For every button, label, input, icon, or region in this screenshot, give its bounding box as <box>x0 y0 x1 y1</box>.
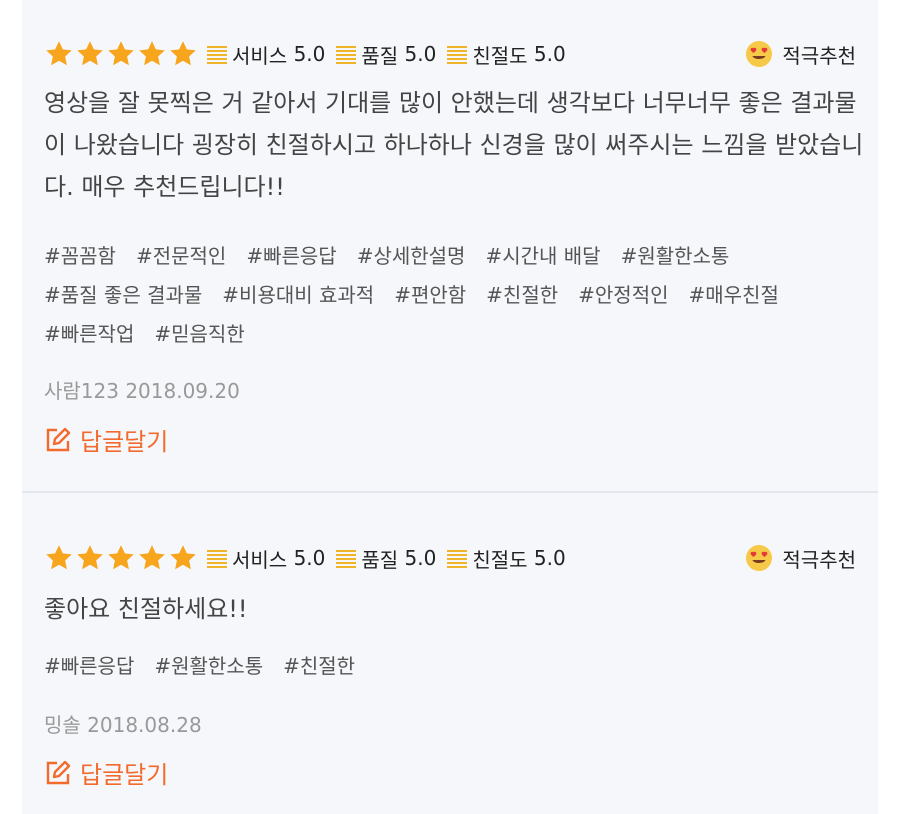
metric-value: 5.0 <box>533 42 566 66</box>
heart-eyes-emoji-icon <box>746 545 773 571</box>
edit-icon <box>46 760 71 784</box>
recommend-badge: 적극추천 <box>745 40 856 69</box>
star-icon <box>108 545 134 570</box>
bars-icon <box>336 46 357 64</box>
author-date: 사람123 2018.09.20 <box>44 379 240 403</box>
bars-icon <box>207 46 227 64</box>
tag: #친절한 <box>486 283 559 307</box>
metric-value: 5.0 <box>293 546 326 570</box>
metric-label: 친절도 <box>472 43 528 68</box>
star-icon <box>77 545 103 570</box>
star-icon <box>108 41 134 66</box>
metric-label: 친절도 <box>472 547 528 572</box>
reply-label: 답글달기 <box>80 761 169 789</box>
tag: #꼼꼼함 <box>44 244 116 268</box>
tag: #비용대비 효과적 <box>222 283 375 307</box>
bars-icon <box>207 550 227 568</box>
metric-label: 서비스 <box>232 43 288 68</box>
review-card: 서비스 5.0 품질 5.0 친절도 5.0 적극추천 영상을 잘 못찍은 거 … <box>22 0 878 491</box>
tag-list: #꼼꼼함 #전문적인 #빠른응답 #상세한설명 #시간내 배달 #원활한소통 #… <box>44 237 864 354</box>
star-icon <box>139 41 165 66</box>
tag: #안정적인 <box>578 283 669 307</box>
metric-label: 품질 <box>361 43 399 68</box>
tag: #빠른응답 <box>44 654 135 678</box>
tag: #매우친절 <box>688 283 779 307</box>
bars-icon <box>336 550 357 568</box>
metric-kindness: 친절도 5.0 <box>446 40 566 69</box>
recommend-label: 적극추천 <box>782 43 856 68</box>
metric-value: 5.0 <box>533 546 566 570</box>
star-icon <box>139 545 165 570</box>
tag: #빠른응답 <box>246 244 337 268</box>
rating-row: 서비스 5.0 품질 5.0 친절도 5.0 적극추천 <box>44 38 856 70</box>
tag: #원활한소통 <box>154 654 264 678</box>
star-icon <box>170 41 196 66</box>
review-content: 영상을 잘 못찍은 거 같아서 기대를 많이 안했는데 생각보다 너무너무 좋은… <box>44 89 864 201</box>
star-icon <box>170 545 196 570</box>
metric-value: 5.0 <box>404 42 437 66</box>
bars-icon <box>447 550 468 568</box>
review-content: 좋아요 친절하세요!! <box>44 595 248 623</box>
rating-row: 서비스 5.0 품질 5.0 친절도 5.0 적극추천 <box>44 542 856 574</box>
tag: #상세한설명 <box>356 244 466 268</box>
reply-button[interactable]: 답글달기 <box>44 755 168 790</box>
reply-label: 답글달기 <box>80 428 169 456</box>
metric-quality: 품질 5.0 <box>335 40 436 69</box>
star-rating <box>44 543 198 573</box>
author-date: 밍솔 2018.08.28 <box>44 713 202 737</box>
review-card: 서비스 5.0 품질 5.0 친절도 5.0 적극추천 좋아요 친절하세요!! … <box>22 493 878 814</box>
reply-button[interactable]: 답글달기 <box>44 422 168 457</box>
metric-service: 서비스 5.0 <box>206 544 325 573</box>
recommend-badge: 적극추천 <box>745 544 856 573</box>
metric-value: 5.0 <box>293 42 326 66</box>
tag: #원활한소통 <box>620 244 730 268</box>
tag: #품질 좋은 결과물 <box>44 283 203 307</box>
star-rating <box>44 39 198 69</box>
metric-quality: 품질 5.0 <box>335 544 436 573</box>
tag-list: #빠른응답 #원활한소통 #친절한 <box>44 647 864 686</box>
tag: #전문적인 <box>135 244 227 268</box>
metric-label: 품질 <box>361 547 399 572</box>
tag: #시간내 배달 <box>485 244 601 268</box>
metric-service: 서비스 5.0 <box>206 40 325 69</box>
tag: #친절한 <box>283 654 356 678</box>
tag: #편안함 <box>394 283 467 307</box>
tag: #빠른작업 <box>44 322 135 346</box>
star-icon <box>46 41 72 66</box>
metric-value: 5.0 <box>404 546 437 570</box>
edit-icon <box>46 427 71 451</box>
star-icon <box>77 41 103 66</box>
metric-label: 서비스 <box>232 547 288 572</box>
heart-eyes-emoji-icon <box>746 41 773 67</box>
tag: #믿음직한 <box>154 322 245 346</box>
recommend-label: 적극추천 <box>782 547 856 572</box>
bars-icon <box>447 46 468 64</box>
metric-kindness: 친절도 5.0 <box>446 544 566 573</box>
star-icon <box>46 545 72 570</box>
